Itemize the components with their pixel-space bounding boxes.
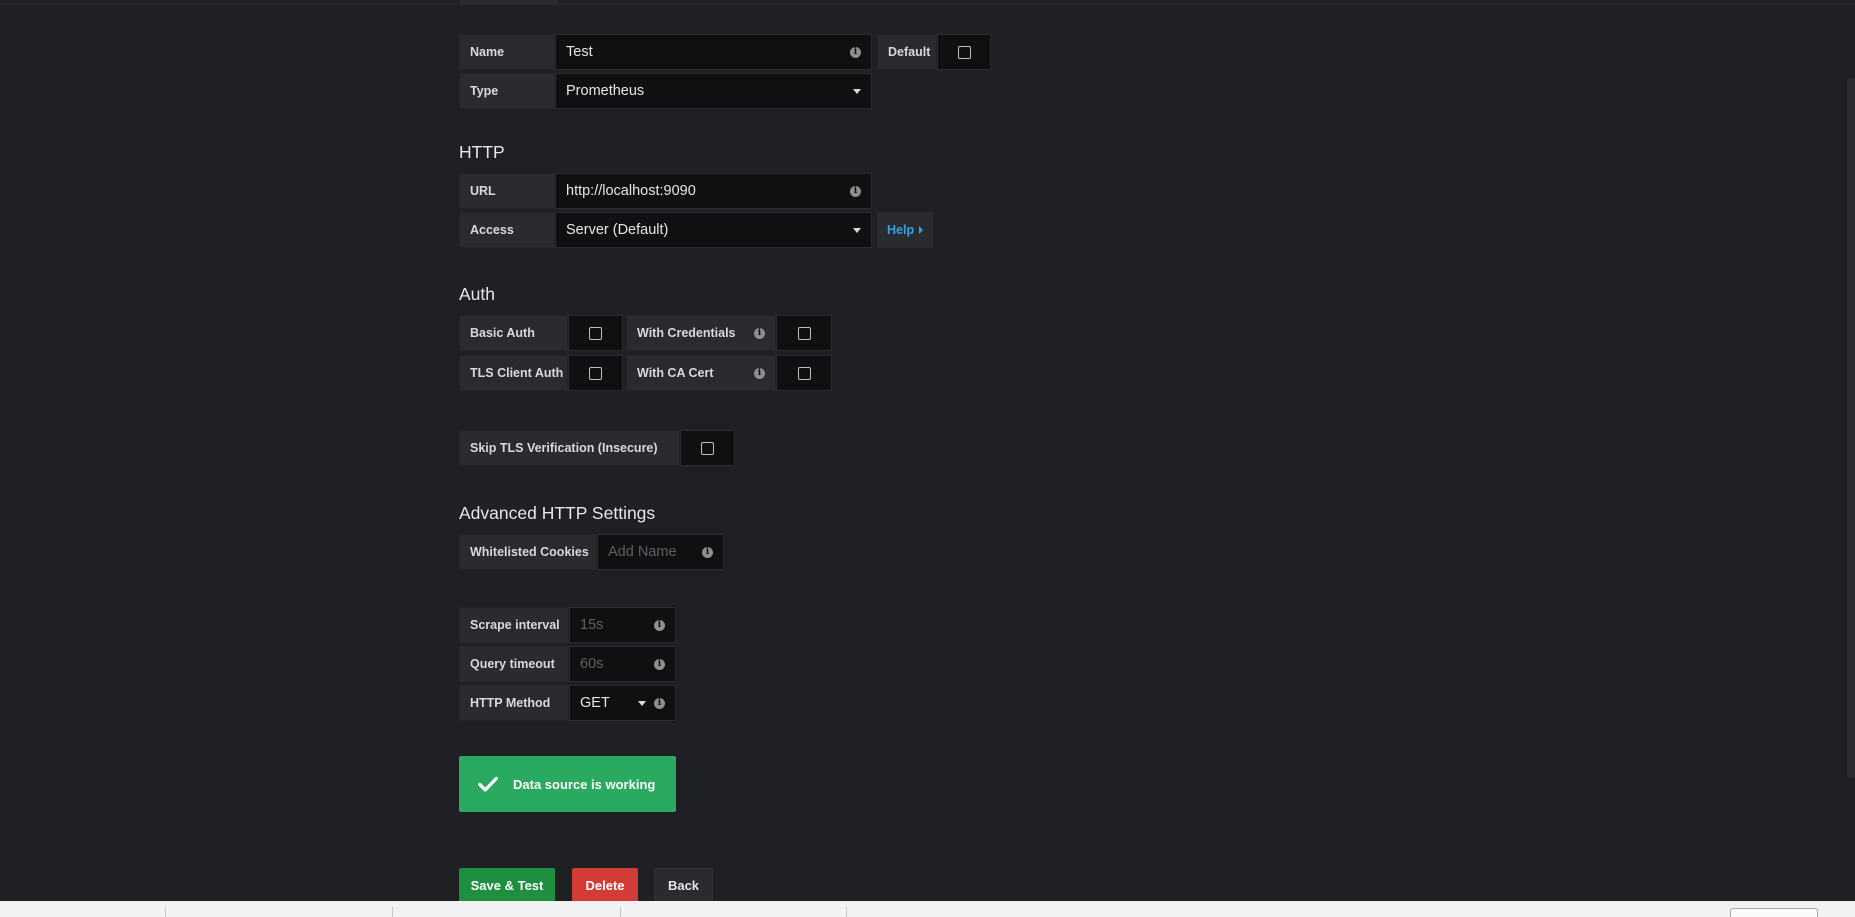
access-select[interactable]: Server (Default) bbox=[555, 212, 872, 248]
skip-tls-row: Skip TLS Verification (Insecure) bbox=[459, 430, 735, 466]
name-label: Name bbox=[459, 34, 555, 70]
name-input[interactable]: Test i bbox=[555, 34, 872, 70]
query-timeout-placeholder: 60s bbox=[580, 656, 604, 672]
scrape-interval-placeholder: 15s bbox=[580, 617, 604, 633]
help-button-label: Help bbox=[887, 223, 915, 237]
auth-row-2: TLS Client Auth With CA Cert i bbox=[459, 355, 832, 391]
info-icon: i bbox=[702, 546, 713, 558]
auth-row-1: Basic Auth With Credentials i bbox=[459, 315, 832, 351]
tls-client-auth-checkbox[interactable] bbox=[589, 366, 602, 380]
bottom-bar-separator bbox=[846, 907, 847, 917]
skip-tls-checkbox-cell[interactable] bbox=[680, 430, 735, 466]
tls-client-auth-checkbox-cell[interactable] bbox=[568, 355, 623, 391]
access-row: Access Server (Default) Help bbox=[459, 212, 934, 248]
tls-client-auth-label: TLS Client Auth bbox=[459, 355, 568, 391]
info-icon: i bbox=[850, 185, 861, 197]
http-method-row: HTTP Method GET i bbox=[459, 685, 676, 721]
caret-down-icon bbox=[853, 227, 861, 233]
skip-tls-label: Skip TLS Verification (Insecure) bbox=[459, 430, 680, 466]
name-input-value: Test bbox=[566, 44, 593, 60]
delete-button[interactable]: Delete bbox=[572, 868, 638, 902]
info-icon: i bbox=[654, 697, 665, 709]
type-label: Type bbox=[459, 73, 555, 109]
advanced-section-title: Advanced HTTP Settings bbox=[459, 503, 656, 523]
bottom-bar-button[interactable] bbox=[1730, 908, 1818, 917]
skip-tls-checkbox[interactable] bbox=[701, 441, 714, 455]
http-method-value: GET bbox=[580, 695, 610, 711]
status-message: Data source is working bbox=[513, 776, 656, 792]
whitelisted-cookies-row: Whitelisted Cookies Add Name i bbox=[459, 534, 724, 570]
scrape-interval-label: Scrape interval bbox=[459, 607, 569, 643]
query-timeout-input[interactable]: 60s i bbox=[569, 646, 676, 682]
http-section-title: HTTP bbox=[459, 142, 505, 162]
scrape-interval-input[interactable]: 15s i bbox=[569, 607, 676, 643]
type-row: Type Prometheus bbox=[459, 73, 872, 109]
whitelisted-cookies-label: Whitelisted Cookies bbox=[459, 534, 597, 570]
query-timeout-row: Query timeout 60s i bbox=[459, 646, 676, 682]
info-icon: i bbox=[754, 367, 765, 379]
info-icon: i bbox=[754, 327, 765, 339]
active-tab-indicator bbox=[460, 0, 558, 5]
info-icon: i bbox=[654, 658, 665, 670]
caret-down-icon bbox=[853, 88, 861, 94]
info-icon: i bbox=[654, 619, 665, 631]
url-input-value: http://localhost:9090 bbox=[566, 183, 696, 199]
datasource-status-alert: Data source is working bbox=[459, 756, 676, 812]
bottom-bar-separator bbox=[165, 907, 166, 917]
scrollbar[interactable] bbox=[1847, 78, 1855, 778]
datasource-settings-page: Name Test i Default Type Prometheus HTTP… bbox=[0, 0, 1855, 917]
with-ca-cert-label-cell: With CA Cert i bbox=[626, 355, 776, 391]
type-select[interactable]: Prometheus bbox=[555, 73, 872, 109]
url-input[interactable]: http://localhost:9090 i bbox=[555, 173, 872, 209]
bottom-bar-separator bbox=[620, 907, 621, 917]
name-row: Name Test i Default bbox=[459, 34, 991, 70]
save-and-test-button[interactable]: Save & Test bbox=[459, 868, 555, 902]
basic-auth-checkbox-cell[interactable] bbox=[568, 315, 623, 351]
default-label: Default bbox=[877, 34, 937, 70]
top-divider bbox=[0, 4, 1855, 5]
whitelisted-cookies-placeholder: Add Name bbox=[608, 544, 677, 560]
query-timeout-label: Query timeout bbox=[459, 646, 569, 682]
back-button[interactable]: Back bbox=[654, 868, 713, 902]
info-icon: i bbox=[850, 46, 861, 58]
with-credentials-checkbox-cell[interactable] bbox=[776, 315, 832, 351]
default-checkbox-cell[interactable] bbox=[937, 34, 991, 70]
with-credentials-label-cell: With Credentials i bbox=[626, 315, 776, 351]
with-ca-cert-checkbox[interactable] bbox=[797, 366, 811, 380]
with-ca-cert-label: With CA Cert bbox=[637, 366, 714, 380]
access-label: Access bbox=[459, 212, 555, 248]
default-checkbox[interactable] bbox=[957, 45, 971, 59]
access-select-value: Server (Default) bbox=[566, 222, 669, 238]
bottom-bar-separator bbox=[392, 907, 393, 917]
whitelisted-cookies-input[interactable]: Add Name i bbox=[597, 534, 724, 570]
basic-auth-checkbox[interactable] bbox=[589, 326, 602, 340]
auth-section-title: Auth bbox=[459, 284, 495, 304]
caret-down-icon bbox=[638, 700, 646, 706]
basic-auth-label: Basic Auth bbox=[459, 315, 568, 351]
http-method-label: HTTP Method bbox=[459, 685, 569, 721]
type-select-value: Prometheus bbox=[566, 83, 645, 99]
bottom-bar bbox=[0, 901, 1855, 917]
check-icon bbox=[478, 776, 498, 792]
with-credentials-label: With Credentials bbox=[637, 326, 736, 340]
url-label: URL bbox=[459, 173, 555, 209]
help-button[interactable]: Help bbox=[877, 212, 934, 248]
with-ca-cert-checkbox-cell[interactable] bbox=[776, 355, 832, 391]
url-row: URL http://localhost:9090 i bbox=[459, 173, 872, 209]
caret-right-icon bbox=[919, 226, 924, 234]
http-method-select[interactable]: GET i bbox=[569, 685, 676, 721]
scrape-interval-row: Scrape interval 15s i bbox=[459, 607, 676, 643]
with-credentials-checkbox[interactable] bbox=[797, 326, 811, 340]
